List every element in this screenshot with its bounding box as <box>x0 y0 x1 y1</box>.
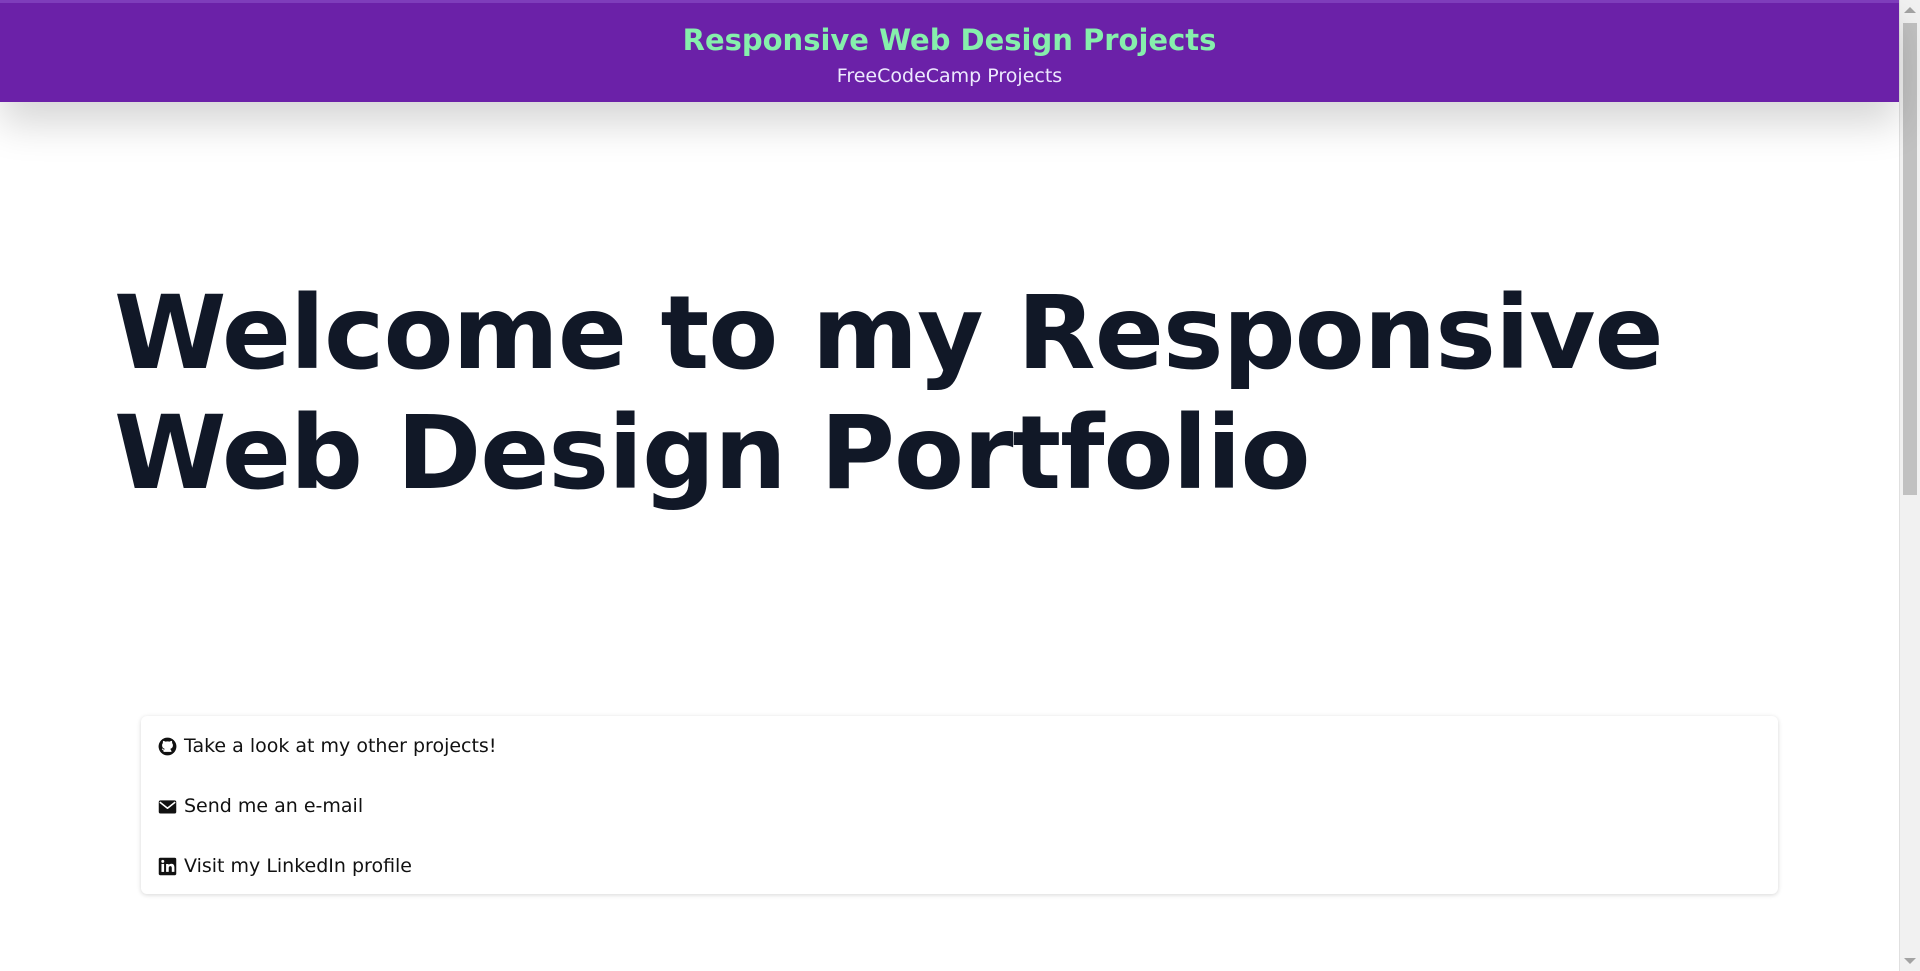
scroll-up-arrow-icon[interactable] <box>1904 7 1916 13</box>
envelope-icon <box>158 799 177 813</box>
site-title: Responsive Web Design Projects <box>682 23 1217 57</box>
email-link-label: Send me an e-mail <box>184 795 364 817</box>
github-icon <box>158 737 177 755</box>
portfolio-page: Responsive Web Design Projects FreeCodeC… <box>0 0 1899 971</box>
email-link[interactable]: Send me an e-mail <box>157 790 1762 822</box>
linkedin-link-label: Visit my LinkedIn profile <box>184 855 412 877</box>
github-projects-link[interactable]: Take a look at my other projects! <box>157 730 1762 762</box>
linkedin-profile-link[interactable]: Visit my LinkedIn profile <box>157 850 1762 882</box>
site-subtitle: FreeCodeCamp Projects <box>836 65 1063 87</box>
linkedin-icon <box>158 857 177 875</box>
browser-viewport: Responsive Web Design Projects FreeCodeC… <box>0 0 1920 971</box>
profile-links-card: Take a look at my other projects! Send m… <box>141 716 1778 894</box>
hero-title: Welcome to my Responsive Web Design Port… <box>114 274 1664 513</box>
site-header: Responsive Web Design Projects FreeCodeC… <box>0 0 1899 102</box>
scrollbar-thumb[interactable] <box>1903 23 1917 495</box>
scroll-down-arrow-icon[interactable] <box>1904 958 1916 964</box>
vertical-scrollbar[interactable] <box>1899 0 1920 971</box>
github-link-label: Take a look at my other projects! <box>184 735 497 757</box>
